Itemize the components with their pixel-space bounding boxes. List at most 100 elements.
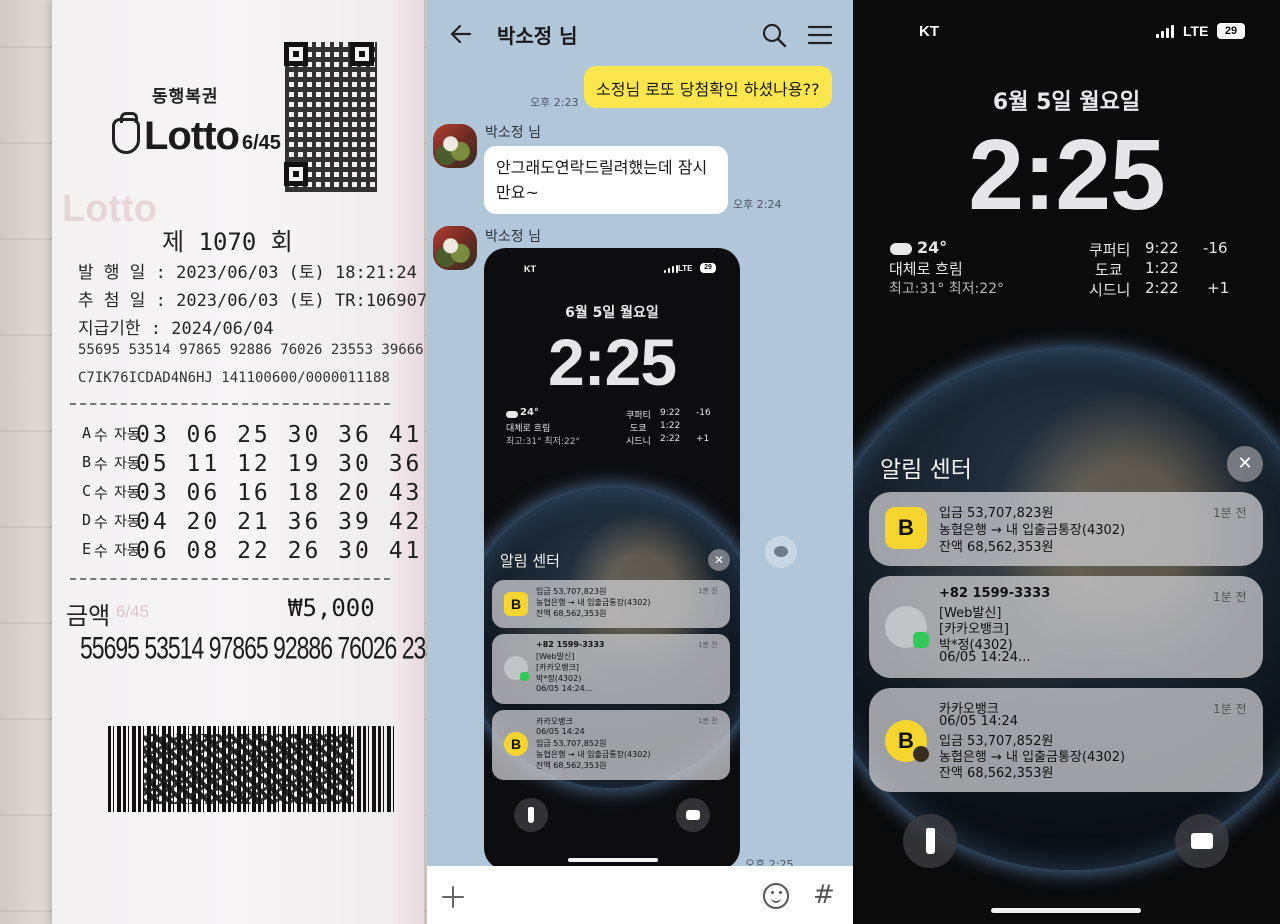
notification-card[interactable]: B 1분 전 입금 53,707,823원 농협은행 → 내 입출금통장(430… xyxy=(869,492,1263,566)
flashlight-icon xyxy=(926,828,935,854)
network-label: LTE xyxy=(678,264,693,273)
game-numbers: 04 20 21 36 39 42 xyxy=(136,509,423,535)
notification-line: 잔액 68,562,353원 xyxy=(939,540,1054,555)
notification-center-title: 알림 센터 xyxy=(500,552,560,570)
kakaobank-app-icon: B xyxy=(885,507,927,549)
flashlight-icon xyxy=(528,807,534,823)
world-clock-city: 시드니 xyxy=(626,437,651,447)
world-clock-offset: -16 xyxy=(1203,239,1228,257)
world-clock-time: 2:22 xyxy=(660,434,681,444)
notification-time: 1분 전 xyxy=(698,587,718,595)
menu-icon[interactable] xyxy=(807,23,833,47)
hash-icon[interactable]: # xyxy=(813,880,835,910)
world-clock-city: 시드니 xyxy=(1089,281,1131,299)
carrier-label: KT xyxy=(919,23,939,40)
image-attachment[interactable]: KT LTE 29 6월 5일 월요일 2:25 24° 대체로 흐림 최고:3… xyxy=(484,248,740,870)
notification-line: 잔액 68,562,353원 xyxy=(536,761,607,770)
kakaobank-app-icon: B xyxy=(504,732,528,756)
carrier-label: KT xyxy=(524,264,536,274)
back-arrow-icon[interactable] xyxy=(449,22,473,46)
notification-card[interactable]: 1분 전 +82 1599-3333 [Web발신] [카카오뱅크] 박*정(4… xyxy=(869,576,1263,678)
game-row-letter: C xyxy=(82,482,92,500)
notification-time: 1분 전 xyxy=(1213,702,1247,716)
notification-line: 입금 53,707,823원 xyxy=(536,587,607,596)
flashlight-button[interactable] xyxy=(903,814,957,868)
qr-finder xyxy=(284,162,308,186)
world-clock-offset: +1 xyxy=(1207,279,1230,297)
ticket-draw-date: 추 첨 일 : 2023/06/03 (토) TR:1069070565 xyxy=(78,291,427,311)
game-numbers: 03 06 16 18 20 43 xyxy=(136,480,423,506)
notification-line: 농협은행 → 내 입출금통장(4302) xyxy=(536,598,651,607)
chat-screen: 박소정 님 소정님 로또 당첨확인 하셨나용?? 오후 2:23 박소정 님 안… xyxy=(427,0,853,924)
ticket-code: C7IK76ICDAD4N6HJ 141100600/0000011188 xyxy=(78,370,390,386)
network-label: LTE xyxy=(1183,23,1209,39)
ticket-deadline: 지급기한 : 2024/06/04 xyxy=(78,319,274,339)
game-row-letter: A xyxy=(82,424,92,442)
ticket-round: 제 1070 회 xyxy=(162,228,293,256)
world-clock-offset: +1 xyxy=(696,434,710,444)
world-clock-time: 2:22 xyxy=(1145,279,1179,297)
world-clock-time: 1:22 xyxy=(660,421,681,431)
emoji-icon[interactable] xyxy=(763,883,789,909)
world-clock-time: 9:22 xyxy=(1145,239,1179,257)
camera-button[interactable] xyxy=(676,798,710,832)
close-icon[interactable]: ✕ xyxy=(708,549,730,571)
notification-card[interactable]: 1분 전 +82 1599-3333 [Web발신] [카카오뱅크] 박*정(4… xyxy=(492,634,730,704)
ticket-serial: 55695 53514 97865 92886 76026 23553 3966… xyxy=(80,630,427,666)
ticket-paper: 동행복권 Lotto 6/45 Lotto 제 1070 회 발 행 일 : 2… xyxy=(52,0,427,924)
weather-range: 최고:31° 최저:22° xyxy=(889,281,1005,297)
share-bubble-icon[interactable] xyxy=(765,536,797,568)
home-indicator[interactable] xyxy=(568,858,658,862)
avatar[interactable] xyxy=(433,124,477,168)
notification-card[interactable]: B 1분 전 입금 53,707,823원 농협은행 → 내 입출금통장(430… xyxy=(492,580,730,628)
weather-temp: 24° xyxy=(520,407,539,418)
notification-time: 1분 전 xyxy=(698,641,718,649)
notification-line: 박*정(4302) xyxy=(536,674,582,683)
world-clock-city: 도쿄 xyxy=(630,424,647,434)
qr-finder xyxy=(350,42,374,66)
divider xyxy=(70,403,390,405)
notification-line: +82 1599-3333 xyxy=(939,586,1051,601)
amount-label: 금액 xyxy=(66,602,111,630)
weather-desc: 대체로 흐림 xyxy=(889,260,963,278)
message-input-bar[interactable]: # xyxy=(427,866,853,924)
cloud-icon xyxy=(506,411,518,418)
close-icon[interactable]: ✕ xyxy=(1227,446,1263,482)
game-row-c: C 수 자동 03 06 16 18 20 43 xyxy=(70,480,419,510)
weather-temp: 24° xyxy=(917,238,948,257)
flashlight-button[interactable] xyxy=(514,798,548,832)
search-icon[interactable] xyxy=(761,22,787,48)
ticket-brand-645: 6/45 xyxy=(242,132,281,154)
avatar[interactable] xyxy=(433,226,477,270)
game-row-b: B 수 자동 05 11 12 19 30 36 xyxy=(70,451,419,481)
ticket-issue-date: 발 행 일 : 2023/06/03 (토) 18:21:24 xyxy=(78,263,417,283)
world-clock-city: 쿠퍼티 xyxy=(626,411,651,421)
chat-title: 박소정 님 xyxy=(497,24,578,48)
ticket-brand: Lotto xyxy=(144,114,240,158)
plus-icon[interactable] xyxy=(441,885,465,909)
notification-line: [Web발신] xyxy=(536,652,575,661)
message-time: 오후 2:23 xyxy=(530,96,579,109)
camera-button[interactable] xyxy=(1175,814,1229,868)
game-numbers: 03 06 25 30 36 41 xyxy=(136,422,423,448)
game-row-suffix: 수 xyxy=(94,426,108,444)
camera-icon xyxy=(1191,833,1213,849)
talk-badge-icon xyxy=(913,746,929,762)
lotto-logo-icon xyxy=(112,112,140,154)
game-row-letter: D xyxy=(82,511,92,529)
their-message-bubble[interactable]: 안그래도연락드릴려했는데 잠시만요~ xyxy=(484,146,728,214)
notification-time: 1분 전 xyxy=(698,717,718,725)
ticket-issuer: 동행복권 xyxy=(152,87,219,106)
sender-name: 박소정 님 xyxy=(485,125,541,141)
home-indicator[interactable] xyxy=(991,908,1141,913)
battery-indicator: 29 xyxy=(700,263,716,273)
ticket-watermark: Lotto xyxy=(62,188,157,230)
barcode-pattern xyxy=(144,734,354,804)
my-message-bubble[interactable]: 소정님 로또 당첨확인 하셨나용?? xyxy=(584,66,832,108)
notification-line: 06/05 14:24 xyxy=(536,727,585,736)
notification-card[interactable]: B 1분 전 카카오뱅크 06/05 14:24 입금 53,707,852원 … xyxy=(492,710,730,780)
notification-line: 입금 53,707,852원 xyxy=(536,739,607,748)
notification-card[interactable]: B 1분 전 카카오뱅크 06/05 14:24 입금 53,707,852원 … xyxy=(869,688,1263,792)
battery-indicator: 29 xyxy=(1217,23,1245,39)
cloud-icon xyxy=(890,243,912,255)
